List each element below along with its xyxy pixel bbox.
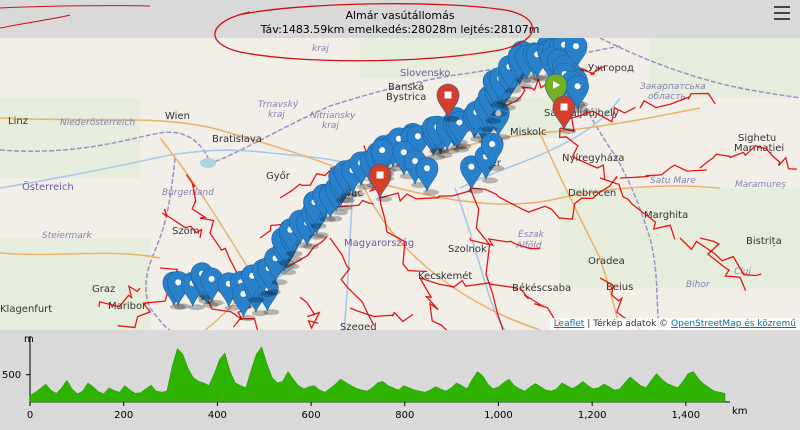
x-tick-label: 800 [395,410,414,421]
route-line [98,284,141,308]
attribution-text: | Térkép adatok © [584,319,672,329]
x-tick-label: 0 [27,410,33,421]
x-tick-label: 1,000 [484,410,513,421]
x-tick-label: 200 [114,410,133,421]
x-tick-label: 400 [208,410,227,421]
route-line [379,197,428,273]
route-title: Almár vasútállomás [345,9,455,22]
map-attribution: Leaflet | Térkép adatok © OpenStreetMap … [549,318,800,330]
route-line [185,174,208,219]
end-marker [552,95,576,134]
blue-waypoint-marker [415,157,439,196]
route-line [419,277,448,330]
leaflet-link[interactable]: Leaflet [554,319,585,329]
y-tick-label: 500 [2,370,22,381]
x-tick-label: 1,200 [578,410,607,421]
route-overlay [98,38,798,330]
y-axis-label: m [24,334,34,345]
elevation-area [29,346,726,403]
route-line [699,237,747,291]
route-line [161,208,203,239]
route-stats: Táv:1483.59km emelkedés:28028m lejtés:28… [260,23,540,36]
route-line [419,277,518,291]
route-line [559,176,618,220]
elevation-chart: 0 200 400 600 800 1,000 1,200 1,400 [26,336,730,421]
route-line [469,187,561,220]
route-line [469,187,504,330]
x-tick-label: 600 [302,410,321,421]
route-line [469,237,541,250]
route-line [329,237,374,325]
route-line [619,164,707,179]
route-line [349,307,414,323]
osm-link[interactable]: OpenStreetMap és közremű [671,319,796,329]
x-unit-label: km [732,406,748,417]
route-info-header: Almár vasútállomás Táv:1483.59km emelked… [0,0,800,38]
route-line [756,145,798,170]
route-line [679,237,762,277]
route-line [699,144,757,169]
route-map[interactable]: Banská Bystrica Slovensko Ужгород Закарпатсь… [0,38,800,330]
route-line [639,92,716,109]
elevation-profile[interactable]: m 500 km 0 200 400 600 800 1,000 1,200 1,400 [0,330,800,426]
route-line [558,127,606,180]
x-tick-label: 1,400 [672,410,701,421]
route-line [299,296,321,330]
route-line [599,177,676,240]
menu-icon[interactable] [774,6,790,20]
